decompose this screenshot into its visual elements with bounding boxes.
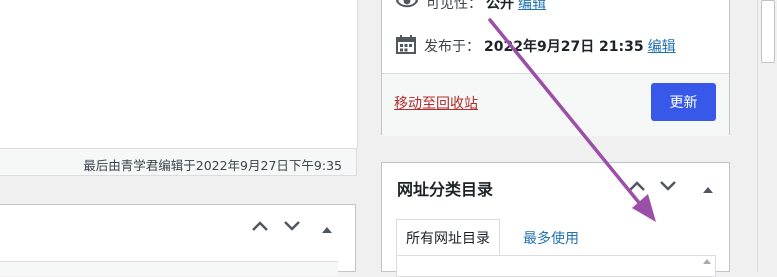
last-edited-text: 最后由青学君编辑于2022年9月27日下午9:35 bbox=[83, 158, 342, 173]
edit-date-link[interactable]: 编辑 bbox=[648, 36, 676, 56]
chevron-down-icon[interactable] bbox=[658, 179, 678, 193]
edit-visibility-link[interactable]: 编辑 bbox=[518, 0, 546, 13]
editor-status-bar: 最后由青学君编辑于2022年9月27日下午9:35 bbox=[0, 148, 357, 176]
left-meta-box bbox=[0, 204, 356, 276]
publish-actions: 移动至回收站 更新 bbox=[382, 73, 729, 136]
visibility-row: 可见性： 公开 编辑 bbox=[395, 0, 546, 13]
visibility-value: 公开 bbox=[486, 0, 514, 12]
eye-icon bbox=[395, 0, 419, 13]
publish-label: 发布于： bbox=[424, 39, 480, 55]
move-to-trash-link[interactable]: 移动至回收站 bbox=[394, 93, 478, 113]
scrollbar-thumb[interactable] bbox=[761, 0, 775, 63]
publish-date: 2022年9月27日 21:35 bbox=[484, 39, 644, 55]
tab-most-used[interactable]: 最多使用 bbox=[514, 220, 588, 256]
page-scrollbar[interactable] bbox=[757, 0, 777, 272]
taxonomy-box: 网址分类目录 所有网址目录 最多使用 bbox=[381, 162, 730, 277]
category-list-panel[interactable] bbox=[396, 255, 716, 277]
calendar-icon bbox=[396, 34, 416, 58]
toggle-panel-icon[interactable] bbox=[702, 182, 714, 198]
publish-date-row: 发布于： 2022年9月27日 21:35 编辑 bbox=[396, 34, 676, 58]
left-box-content bbox=[0, 261, 338, 276]
update-button[interactable]: 更新 bbox=[651, 83, 716, 121]
taxonomy-title: 网址分类目录 bbox=[397, 180, 494, 199]
tab-all-categories[interactable]: 所有网址目录 bbox=[396, 219, 500, 256]
visibility-label: 可见性： bbox=[426, 0, 482, 12]
chevron-up-icon[interactable] bbox=[250, 219, 270, 233]
scroll-up-icon[interactable] bbox=[703, 259, 711, 264]
post-editor-area[interactable] bbox=[0, 0, 358, 148]
toggle-panel-icon[interactable] bbox=[321, 222, 333, 238]
publish-box: 可见性： 公开 编辑 发布于： 2022年9月27日 21:35 编辑 移动至回… bbox=[381, 0, 730, 136]
chevron-up-icon[interactable] bbox=[627, 179, 647, 193]
chevron-down-icon[interactable] bbox=[282, 219, 302, 233]
